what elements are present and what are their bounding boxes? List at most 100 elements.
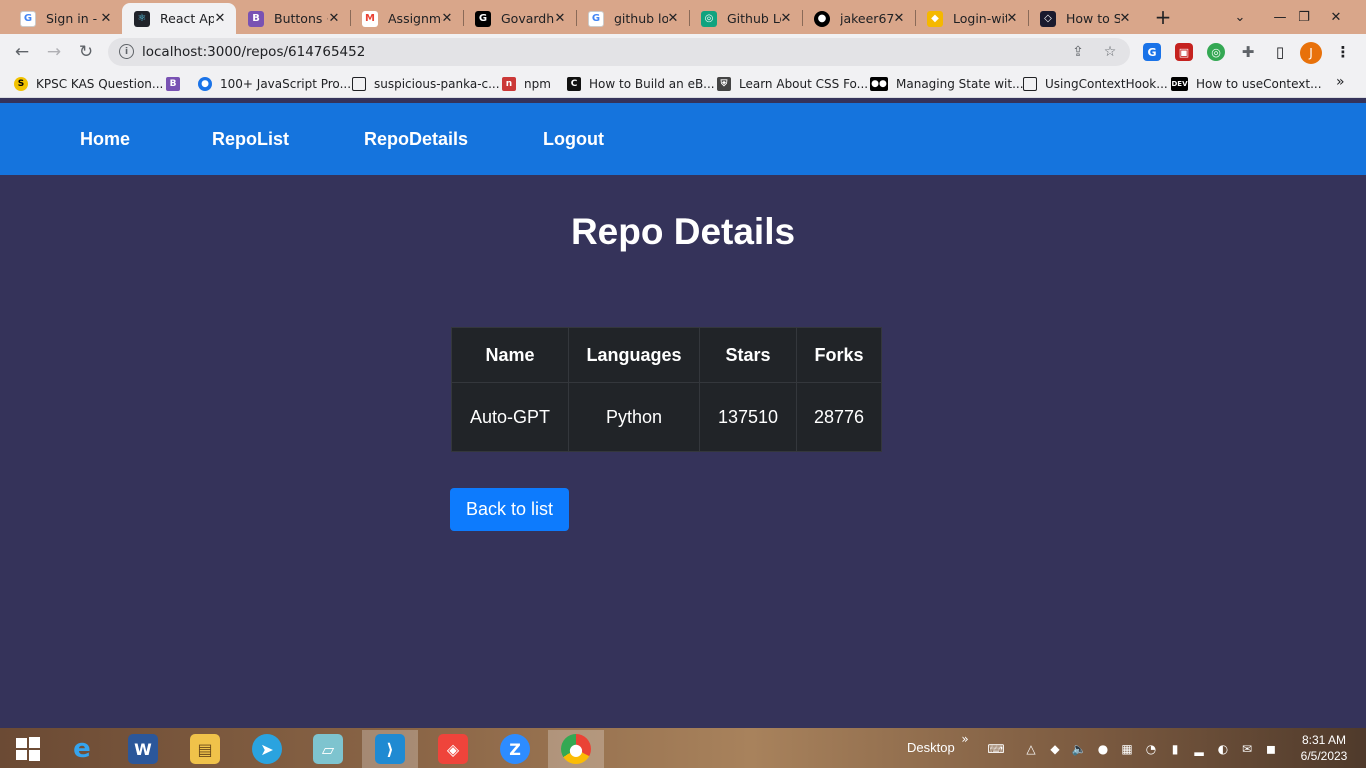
volume-icon[interactable]: 🔈	[1071, 741, 1087, 757]
close-icon[interactable]: ✕	[1004, 10, 1020, 26]
tray-app-icon[interactable]: ●	[1095, 741, 1111, 757]
battery-icon[interactable]: ▮	[1167, 741, 1183, 757]
bookmarks-bar: S KPSC KAS Question... B ● 100+ JavaScri…	[0, 70, 1366, 98]
npm-icon: n	[502, 77, 516, 91]
close-icon[interactable]: ✕	[439, 10, 455, 26]
bookmark-item[interactable]: ● 100+ JavaScript Pro...	[198, 76, 351, 92]
network-icon[interactable]: ◔	[1143, 741, 1159, 757]
share-icon[interactable]: ⇪	[1069, 43, 1087, 61]
taskbar-zoom[interactable]: Z	[487, 730, 543, 768]
security-icon[interactable]: ◐	[1215, 741, 1231, 757]
notification-icon[interactable]: ✉	[1239, 741, 1255, 757]
tab-title: github login	[614, 11, 668, 26]
bookmark-item[interactable]: B	[166, 76, 188, 92]
tab-buttons[interactable]: B Buttons · Bootstrap ✕	[236, 3, 350, 34]
close-icon[interactable]: ✕	[326, 10, 342, 26]
back-arrow-icon[interactable]: ←	[8, 38, 36, 66]
extension-icon[interactable]: ◎	[1207, 43, 1225, 61]
back-to-list-button[interactable]: Back to list	[450, 488, 569, 531]
close-icon[interactable]: ✕	[778, 10, 794, 26]
puzzle-icon[interactable]: ✚	[1239, 43, 1257, 61]
medium-icon: ●●	[870, 77, 888, 91]
close-icon[interactable]: ✕	[891, 10, 907, 26]
tab-sign-in[interactable]: G Sign in - Google ✕	[8, 3, 122, 34]
start-button[interactable]	[0, 730, 56, 768]
taskbar-vscode[interactable]: ⟩	[362, 730, 418, 768]
bookmark-item[interactable]: C How to Build an eB...	[567, 76, 715, 92]
forward-arrow-icon[interactable]: →	[40, 38, 68, 66]
tab-github-login[interactable]: ◎ Github Login ✕	[689, 3, 802, 34]
tab-assignment[interactable]: M Assignment ✕	[350, 3, 463, 34]
tab-jakeer[interactable]: ● jakeer678 ✕	[802, 3, 915, 34]
avatar[interactable]: J	[1300, 42, 1322, 64]
column-header-stars: Stars	[699, 327, 797, 383]
bookmark-item[interactable]: S KPSC KAS Question...	[14, 76, 163, 92]
more-bookmarks-icon[interactable]: »	[1336, 74, 1345, 90]
taskbar-internet-explorer[interactable]: e	[54, 730, 110, 768]
bookmark-item[interactable]: ●● Managing State wit...	[870, 76, 1024, 92]
taskbar-file-explorer[interactable]: ▤	[177, 730, 233, 768]
browser-tab-strip: G Sign in - Google ✕ ⚛ React App ✕ B But…	[0, 0, 1366, 34]
zoom-icon: Z	[500, 734, 530, 764]
c-icon: C	[567, 77, 581, 91]
taskbar-word[interactable]: W	[115, 730, 171, 768]
tab-govardhan[interactable]: G Govardhan ✕	[463, 3, 576, 34]
new-tab-button[interactable]: +	[1150, 5, 1176, 29]
bookmark-item[interactable]: UsingContextHook...	[1023, 76, 1168, 92]
star-icon[interactable]: ☆	[1101, 43, 1119, 61]
reload-icon[interactable]: ↻	[72, 38, 100, 66]
signal-icon[interactable]: ▂	[1191, 741, 1207, 757]
chevron-right-icon[interactable]: »	[957, 731, 973, 747]
cell-repo-name: Auto-GPT	[451, 382, 569, 452]
language-icon[interactable]: ▦	[1119, 741, 1135, 757]
windows-taskbar: e W ▤ ➤ ▱ ⟩ ◈ Z ● Desktop » ⌨ △ ◆ 🔈 ● ▦ …	[0, 728, 1366, 768]
info-icon[interactable]: i	[119, 44, 134, 59]
bookmark-item[interactable]: suspicious-panka-c...	[352, 76, 500, 92]
nav-link-repo-details[interactable]: RepoDetails	[364, 129, 468, 150]
url-text[interactable]: localhost:3000/repos/614765452	[142, 44, 365, 60]
close-icon[interactable]: ✕	[1117, 10, 1133, 26]
netlify-icon: ◆	[927, 10, 943, 27]
menu-icon[interactable]: ⋮	[1334, 43, 1352, 61]
bootstrap-icon: B	[166, 77, 180, 91]
desktop-toolbar-label[interactable]: Desktop	[907, 740, 955, 755]
google-icon: G	[20, 10, 36, 27]
bookmark-item[interactable]: ⛨ Learn About CSS Fo...	[717, 76, 868, 92]
taskbar-app[interactable]: ▱	[300, 730, 356, 768]
maximize-button[interactable]: ❐	[1286, 0, 1322, 34]
address-bar[interactable]: i localhost:3000/repos/614765452 ⇪ ☆	[108, 38, 1130, 66]
tab-login-with[interactable]: ◆ Login-with ✕	[915, 3, 1028, 34]
vscode-icon: ⟩	[375, 734, 405, 764]
tab-github-login-search[interactable]: G github login ✕	[576, 3, 689, 34]
close-icon[interactable]: ✕	[98, 10, 114, 26]
close-icon[interactable]: ✕	[212, 10, 228, 26]
window-close-button[interactable]: ✕	[1318, 0, 1354, 34]
chevron-down-icon[interactable]: ⌄	[1222, 0, 1258, 34]
close-icon[interactable]: ✕	[552, 10, 568, 26]
nav-link-home[interactable]: Home	[80, 129, 130, 150]
anydesk-tray-icon[interactable]: ◆	[1047, 741, 1063, 757]
close-icon[interactable]: ✕	[665, 10, 681, 26]
tab-title: Login-with	[953, 11, 1007, 26]
sidebar-icon[interactable]: ▯	[1271, 43, 1289, 61]
bookmark-item[interactable]: n npm	[502, 76, 551, 92]
tab-react-app[interactable]: ⚛ React App ✕	[122, 3, 236, 34]
nav-link-logout[interactable]: Logout	[543, 129, 604, 150]
github-icon: ●	[814, 10, 830, 27]
internet-explorer-icon: e	[73, 734, 91, 764]
nvidia-icon[interactable]: ◼	[1263, 741, 1279, 757]
keyboard-icon[interactable]: ⌨	[982, 741, 1010, 757]
google-drive-icon[interactable]: △	[1023, 741, 1039, 757]
bookmark-label: npm	[524, 77, 551, 91]
taskbar-chrome[interactable]: ●	[548, 730, 604, 768]
google-translate-icon[interactable]: G	[1143, 43, 1161, 61]
chatgpt-icon: ◎	[701, 10, 717, 27]
system-clock[interactable]: 8:31 AM 6/5/2023	[1296, 732, 1352, 764]
extension-icon[interactable]: ▣	[1175, 43, 1193, 61]
bookmark-item[interactable]: DEV How to useContext...	[1171, 76, 1322, 92]
tab-how-to[interactable]: ◇ How to S ✕	[1028, 3, 1141, 34]
nav-link-repo-list[interactable]: RepoList	[212, 129, 289, 150]
bookmark-label: suspicious-panka-c...	[374, 77, 500, 91]
taskbar-telegram[interactable]: ➤	[239, 730, 295, 768]
taskbar-anydesk[interactable]: ◈	[425, 730, 481, 768]
